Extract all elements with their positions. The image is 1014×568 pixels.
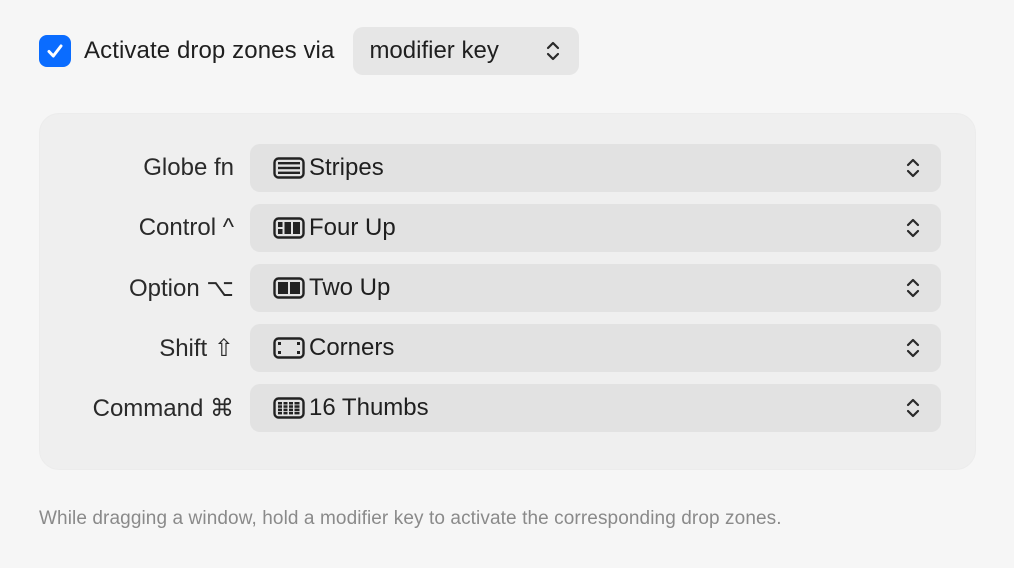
globe-layout-value: Stripes [309,154,384,181]
corners-icon [273,336,307,360]
modifier-row-option: Option ⌥ Two Up [40,264,975,312]
activate-checkbox[interactable] [39,35,71,67]
activation-mode-select[interactable]: modifier key [353,27,580,75]
shift-layout-select[interactable]: Corners [250,324,941,372]
chevron-up-down-icon [906,278,920,298]
control-layout-value: Four Up [309,214,396,241]
chevron-up-down-icon [547,41,560,61]
modifier-label: Shift ⇧ [159,334,234,362]
command-layout-value: 16 Thumbs [309,394,429,421]
activate-label: Activate drop zones via [84,37,335,64]
four-up-icon [273,216,307,240]
two-up-icon [273,276,307,300]
modifier-row-command: Command ⌘ 16 Thumbs [40,384,975,432]
modifier-label: Globe fn [143,154,234,181]
control-layout-select[interactable]: Four Up [250,204,941,252]
shift-layout-value: Corners [309,334,395,361]
checkmark-icon [47,44,63,58]
chevron-up-down-icon [906,218,920,238]
chevron-up-down-icon [906,338,920,358]
stripes-icon [273,156,307,180]
sixteen-thumbs-icon [273,396,307,420]
activate-row: Activate drop zones via modifier key [39,27,580,75]
activation-mode-value: modifier key [369,37,499,64]
chevron-up-down-icon [906,398,920,418]
chevron-up-down-icon [906,158,920,178]
modifier-label: Control ^ [138,214,234,241]
modifier-label: Option ⌥ [128,274,234,302]
command-layout-select[interactable]: 16 Thumbs [250,384,941,432]
footer-hint: While dragging a window, hold a modifier… [39,508,782,529]
modifier-row-globe: Globe fn Stripes [40,144,975,192]
modifier-group: Globe fn Stripes Control ^ Four Up Optio… [39,113,976,470]
option-layout-select[interactable]: Two Up [250,264,941,312]
modifier-row-control: Control ^ Four Up [40,204,975,252]
globe-layout-select[interactable]: Stripes [250,144,941,192]
modifier-label: Command ⌘ [92,394,234,422]
option-layout-value: Two Up [309,274,391,301]
modifier-row-shift: Shift ⇧ Corners [40,324,975,372]
